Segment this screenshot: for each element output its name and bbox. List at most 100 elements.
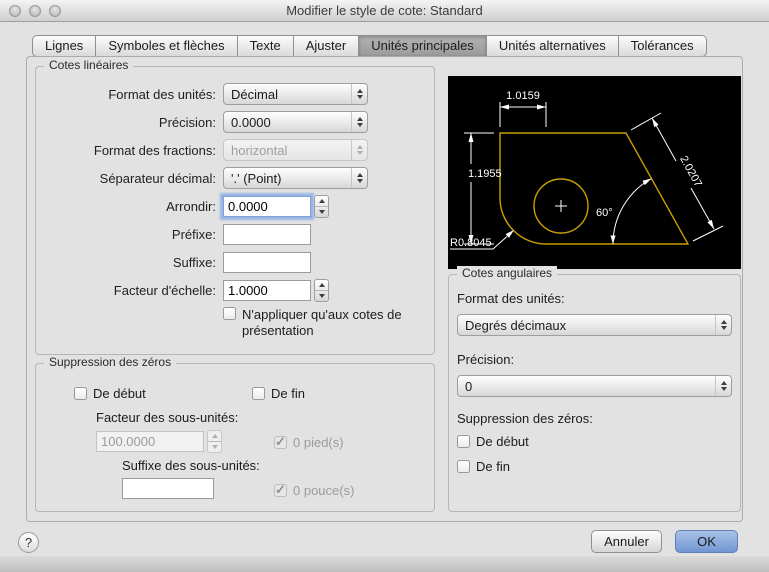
group-cotes-lineaires: Cotes linéaires Format des unités: Décim… [35, 58, 435, 355]
scale-factor-input[interactable] [223, 279, 311, 301]
prefix-input[interactable] [223, 223, 311, 245]
dimension-preview-drawing: 1.0159 1.1955 2.0207 60° R0.8045 [450, 90, 724, 250]
angular-precision-popup[interactable]: 0 [457, 375, 732, 397]
checkbox-icon [457, 460, 470, 473]
stepper-down-icon [208, 442, 221, 452]
precision-value: 0.0000 [231, 114, 271, 130]
preview-dim-radius: R0.8045 [450, 237, 492, 249]
popup-arrows-icon [715, 376, 731, 396]
close-window-button[interactable] [9, 5, 21, 17]
suffix-label: Suffixe: [172, 254, 216, 270]
angular-leading-zeros-label: De début [476, 434, 529, 449]
leading-zeros-label: De début [93, 386, 146, 401]
checkbox-icon [223, 307, 236, 320]
trailing-zeros-checkbox[interactable]: De fin [252, 386, 305, 401]
subunit-factor-stepper [207, 430, 222, 453]
cancel-button[interactable]: Annuler [591, 530, 662, 553]
zero-feet-label: 0 pied(s) [293, 435, 344, 450]
trailing-zeros-label: De fin [271, 386, 305, 401]
zero-feet-checkbox: 0 pied(s) [274, 434, 344, 450]
tab-texte[interactable]: Texte [236, 35, 294, 57]
stepper-up-icon [315, 196, 328, 207]
unit-format-label: Format des unités: [108, 86, 216, 102]
unit-format-value: Décimal [231, 86, 278, 102]
angular-zeros-label: Suppression des zéros: [457, 411, 593, 426]
angular-format-label: Format des unités: [457, 291, 565, 306]
decimal-separator-value: '.' (Point) [231, 170, 282, 186]
tab-bar: Lignes Symboles et flèches Texte Ajuster… [32, 35, 707, 57]
tab-content-pane: Cotes linéaires Format des unités: Décim… [26, 56, 743, 522]
ok-button[interactable]: OK [675, 530, 738, 553]
stepper-up-icon [315, 280, 328, 291]
decimal-separator-label: Séparateur décimal: [99, 170, 216, 186]
popup-arrows-icon [351, 140, 367, 160]
angular-precision-value: 0 [465, 378, 473, 394]
dialog-window: Modifier le style de cote: Standard Lign… [0, 0, 769, 572]
zero-inches-label: 0 pouce(s) [293, 483, 355, 498]
suffix-input[interactable] [223, 251, 311, 273]
preview-dim-left: 1.1955 [468, 168, 502, 180]
preview-dim-top: 1.0159 [506, 90, 540, 102]
scale-factor-label: Facteur d'échelle: [113, 282, 216, 298]
angular-trailing-zeros-checkbox[interactable]: De fin [457, 459, 732, 474]
tab-ajuster[interactable]: Ajuster [292, 35, 360, 57]
group-suppression-zeros: Suppression des zéros De début De fin Fa… [35, 355, 435, 512]
unit-format-popup[interactable]: Décimal [223, 83, 368, 105]
precision-label: Précision: [158, 114, 216, 130]
subunit-factor-label: Facteur des sous-unités: [96, 410, 239, 425]
tab-symboles-et-fleches[interactable]: Symboles et flèches [95, 35, 238, 57]
preview-dim-diagonal: 2.0207 [677, 154, 704, 189]
layout-dims-only-checkbox[interactable]: N'appliquer qu'aux cotes de présentation [223, 307, 434, 339]
subunit-factor-input [96, 431, 204, 452]
layout-dims-only-label: N'appliquer qu'aux cotes de présentation [242, 307, 402, 338]
decimal-separator-popup[interactable]: '.' (Point) [223, 167, 368, 189]
subunit-suffix-label: Suffixe des sous-unités: [122, 458, 260, 473]
prefix-label: Préfixe: [171, 226, 216, 242]
angular-format-popup[interactable]: Degrés décimaux [457, 314, 732, 336]
group-cotes-angulaires: Cotes angulaires Format des unités: Degr… [448, 266, 741, 512]
window-bottom-bar [0, 556, 769, 572]
group-title: Cotes angulaires [457, 266, 558, 280]
tab-lignes[interactable]: Lignes [32, 35, 97, 57]
tab-unites-principales[interactable]: Unités principales [358, 35, 487, 57]
title-bar: Modifier le style de cote: Standard [0, 0, 769, 22]
fraction-format-value: horizontal [231, 142, 288, 158]
leading-zeros-checkbox[interactable]: De début [74, 386, 146, 401]
minimize-window-button[interactable] [29, 5, 41, 17]
group-title: Cotes linéaires [44, 58, 134, 72]
scale-factor-stepper[interactable] [314, 278, 329, 302]
group-title: Suppression des zéros [44, 355, 177, 369]
popup-arrows-icon [351, 168, 367, 188]
angular-trailing-zeros-label: De fin [476, 459, 510, 474]
round-off-label: Arrondir: [166, 198, 216, 214]
popup-arrows-icon [715, 315, 731, 335]
window-title: Modifier le style de cote: Standard [286, 3, 483, 18]
zero-inches-checkbox: 0 pouce(s) [274, 482, 355, 498]
round-off-input[interactable] [223, 195, 311, 217]
fraction-format-popup: horizontal [223, 139, 368, 161]
help-button[interactable]: ? [18, 532, 39, 553]
dimension-preview: 1.0159 1.1955 2.0207 60° R0.8045 [448, 76, 741, 269]
angular-format-value: Degrés décimaux [465, 317, 567, 333]
popup-arrows-icon [351, 84, 367, 104]
stepper-down-icon [315, 291, 328, 301]
stepper-down-icon [315, 207, 328, 217]
checkbox-icon [252, 387, 265, 400]
fraction-format-label: Format des fractions: [93, 142, 216, 158]
checkbox-icon [274, 434, 287, 450]
tab-unites-alternatives[interactable]: Unités alternatives [485, 35, 619, 57]
preview-dim-angle: 60° [596, 207, 613, 219]
checkbox-icon [74, 387, 87, 400]
angular-leading-zeros-checkbox[interactable]: De début [457, 434, 732, 449]
round-off-stepper[interactable] [314, 194, 329, 218]
checkbox-icon [457, 435, 470, 448]
window-controls [9, 5, 61, 17]
tab-tolerances[interactable]: Tolérances [617, 35, 707, 57]
subunit-suffix-input[interactable] [122, 478, 214, 499]
precision-popup[interactable]: 0.0000 [223, 111, 368, 133]
popup-arrows-icon [351, 112, 367, 132]
stepper-up-icon [208, 431, 221, 442]
angular-precision-label: Précision: [457, 352, 515, 367]
zoom-window-button[interactable] [49, 5, 61, 17]
checkbox-icon [274, 482, 287, 498]
